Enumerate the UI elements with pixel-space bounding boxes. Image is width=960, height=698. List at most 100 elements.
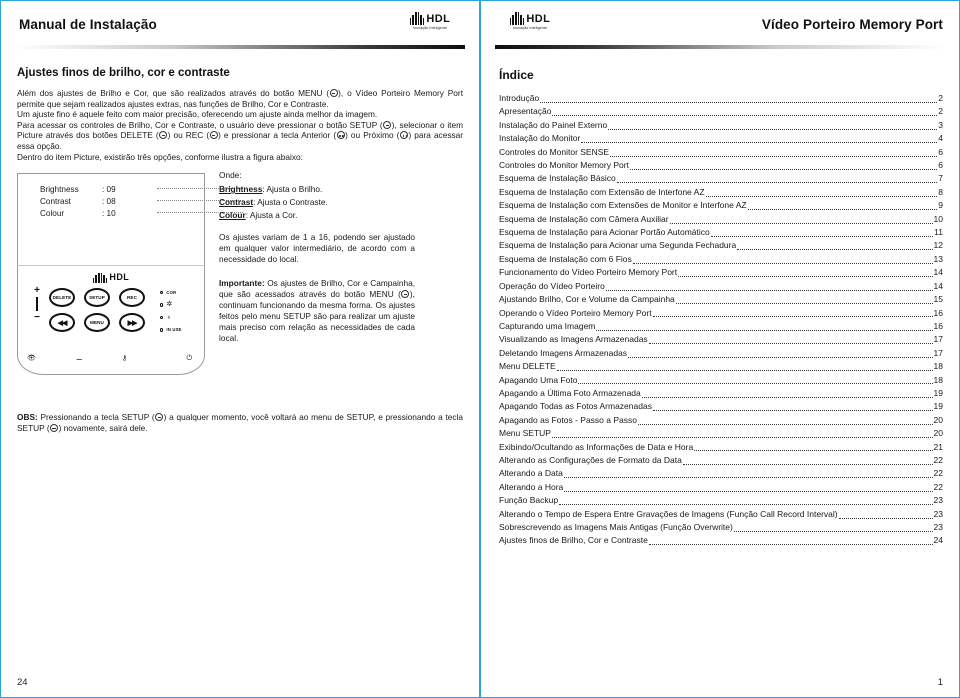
toc-entry[interactable]: Ajustes finos de Brilho, Cor e Contraste… — [499, 534, 943, 547]
monitor-setup-button[interactable]: SETUP — [84, 288, 110, 308]
hdl-logo-word: HDL — [426, 13, 451, 25]
monitor-delete-button[interactable]: DELETE — [49, 288, 75, 308]
toc-entry-title: Esquema de Instalação para Acionar uma S… — [499, 240, 737, 251]
toc-leader-dots — [629, 168, 938, 170]
toc-entry-title: Alterando as Configurações de Formato da… — [499, 454, 682, 465]
toc-entry-page: 20 — [933, 414, 943, 425]
toc-entry[interactable]: Esquema de Instalação para Acionar Portã… — [499, 226, 943, 239]
paragraph-2: Um ajuste fino é aquele feito com maior … — [17, 109, 378, 120]
toc-entry-page: 20 — [933, 428, 943, 439]
toc-entry[interactable]: Funcionamento do Vídeo Porteiro Memory P… — [499, 266, 943, 279]
led-in-use: IN USE — [160, 324, 204, 337]
toc-entry[interactable]: Apresentação 2 — [499, 105, 943, 118]
right-page-body: Índice Introdução 2 Apresentação 2 Instalaçã… — [481, 57, 959, 548]
toc-leader-dots — [641, 396, 933, 398]
range-paragraph: Os ajustes variam de 1 a 16, podendo ser… — [219, 232, 415, 265]
toc-entry-page: 6 — [938, 160, 943, 171]
figure-monitor-picture-menu: Brightness : 09 Contrast : 08 Colour : 1… — [17, 170, 463, 398]
p3-part-e: ) ou Próximo ( — [345, 130, 400, 141]
led-bell: ♁ — [160, 311, 204, 324]
delete-button-icon — [159, 131, 168, 140]
toc-entry[interactable]: Esquema de Instalação Básico 7 — [499, 172, 943, 185]
monitor-next-button[interactable]: ▶▶ — [119, 313, 145, 333]
toc-entry[interactable]: Esquema de Instalação com Câmera Auxilia… — [499, 213, 943, 226]
toc-entry[interactable]: Apagando a Última Foto Armazenada 19 — [499, 387, 943, 400]
legend-onde-label: Onde: — [219, 170, 242, 181]
p1-part-a: Além dos ajustes de Brilho e Cor, que sã… — [17, 88, 330, 98]
hdl-logo-word: HDL — [109, 272, 130, 283]
toc-leader-dots — [747, 209, 938, 211]
monitor-previous-button[interactable]: ◀◀ — [49, 313, 75, 333]
toc-entry[interactable]: Capturando uma Imagem 16 — [499, 320, 943, 333]
toc-entry[interactable]: Apagando Uma Foto 18 — [499, 374, 943, 387]
slider-icon: ⚊ — [76, 355, 83, 363]
toc-entry-page: 18 — [933, 361, 943, 372]
left-header-title: Manual de Instalação — [19, 17, 157, 32]
colour-label: Colour — [40, 209, 65, 219]
toc-entry[interactable]: Alterando o Tempo de Espera Entre Gravaç… — [499, 508, 943, 521]
toc-entry[interactable]: Alterando a Data 22 — [499, 467, 943, 480]
toc-entry[interactable]: Esquema de Instalação com Extensão de In… — [499, 186, 943, 199]
toc-entry-title: Apagando Todas as Fotos Armazenadas — [499, 401, 652, 412]
toc-leader-dots — [610, 155, 938, 157]
toc-entry[interactable]: Menu DELETE 18 — [499, 360, 943, 373]
toc-entry[interactable]: Instalação do Painel Externo 3 — [499, 119, 943, 132]
toc-entry[interactable]: Função Backup 23 — [499, 494, 943, 507]
toc-entry[interactable]: Menu SETUP 20 — [499, 427, 943, 440]
previous-button-icon — [336, 131, 345, 140]
toc-entry[interactable]: Sobrescrevendo as Imagens Mais Antigas (… — [499, 521, 943, 534]
toc-entry-page: 9 — [938, 200, 943, 211]
toc-entry[interactable]: Esquema de Instalação com 6 Fios 13 — [499, 253, 943, 266]
toc-entry[interactable]: Controles do Monitor SENSE 6 — [499, 146, 943, 159]
led-brightness: ✲ — [160, 299, 204, 312]
toc-entry[interactable]: Controles do Monitor Memory Port 6 — [499, 159, 943, 172]
toc-entry[interactable]: Visualizando as Imagens Armazenadas 17 — [499, 333, 943, 346]
toc-leader-dots — [632, 262, 933, 264]
toc-entry[interactable]: Esquema de Instalação com Extensões de M… — [499, 199, 943, 212]
toc-entry[interactable]: Introdução 2 — [499, 92, 943, 105]
monitor-menu-button[interactable]: MENU — [84, 313, 110, 333]
toc-entry[interactable]: Deletando Imagens Armazenadas 17 — [499, 347, 943, 360]
toc-entry-title: Apagando Uma Foto — [499, 374, 578, 385]
toc-entry-page: 23 — [933, 522, 943, 532]
toc-entry-page: 2 — [938, 93, 943, 103]
toc-entry[interactable]: Alterando as Configurações de Formato da… — [499, 454, 943, 467]
toc-entry[interactable]: Apagando Todas as Fotos Armazenadas 19 — [499, 400, 943, 413]
definition-colour: Colour: Ajusta a Cor. — [219, 210, 415, 221]
monitor-rec-button[interactable]: REC — [119, 288, 145, 308]
toc-leader-dots — [596, 329, 933, 331]
definition-desc: : Ajusta a Cor. — [245, 210, 298, 221]
toc-leader-dots — [652, 410, 933, 412]
toc-entry[interactable]: Alterando a Hora 22 — [499, 481, 943, 494]
page-right: HDL Inovação Inteligente Vídeo Porteiro … — [480, 0, 960, 698]
toc-entry-page: 16 — [933, 320, 943, 331]
page-title: Ajustes finos de brilho, cor e contraste — [17, 67, 230, 79]
figure-legend: Onde: Brightness: Ajusta o Brilho. Contr… — [219, 170, 415, 344]
toc-entry-page: 24 — [933, 535, 943, 546]
toc-leader-dots — [669, 222, 933, 224]
toc-entry-page: 19 — [933, 387, 943, 398]
toc-entry[interactable]: Ajustando Brilho, Cor e Volume da Campai… — [499, 293, 943, 306]
toc-leader-dots — [564, 490, 933, 492]
toc-entry-page: 8 — [938, 186, 943, 197]
toc-entry[interactable]: Operação do Vídeo Porteiro 14 — [499, 280, 943, 293]
obs-note: OBS: Pressionando a tecla SETUP () a qua… — [17, 412, 463, 434]
toc-leader-dots — [737, 249, 933, 251]
hdl-logo-right-page: HDL Inovação Inteligente — [497, 11, 563, 30]
toc-entry-title: Funcionamento do Vídeo Porteiro Memory P… — [499, 267, 678, 278]
toc-entry-title: Instalação do Painel Externo — [499, 119, 608, 130]
led-cor: COR — [160, 286, 204, 299]
led-dot-icon — [160, 303, 164, 307]
toc-entry[interactable]: Apagando as Fotos - Passo a Passo 20 — [499, 414, 943, 427]
toc-entry-page: 23 — [933, 508, 943, 519]
brightness-label: Brightness — [40, 185, 79, 195]
toc-entry[interactable]: Exibindo/Ocultando as Informações de Dat… — [499, 441, 943, 454]
toc-entry[interactable]: Instalação do Monitor 4 — [499, 132, 943, 145]
toc-entry[interactable]: Operando o Vídeo Porteiro Memory Port 16 — [499, 307, 943, 320]
toc-entry-page: 13 — [933, 253, 943, 264]
toc-entry[interactable]: Esquema de Instalação para Acionar uma S… — [499, 239, 943, 252]
toc-leader-dots — [608, 128, 938, 130]
paragraph-1: Além dos ajustes de Brilho e Cor, que sã… — [17, 88, 463, 109]
toc-entry-title: Ajustes finos de Brilho, Cor e Contraste — [499, 535, 648, 546]
definition-brightness: Brightness: Ajusta o Brilho. — [219, 184, 415, 195]
